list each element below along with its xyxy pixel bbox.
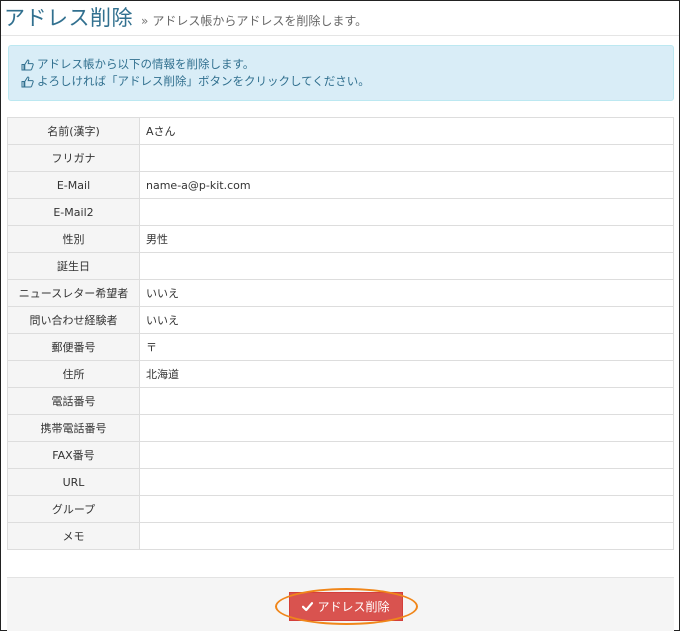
delete-button-label: アドレス削除: [317, 600, 390, 614]
field-label: 誕生日: [7, 252, 140, 280]
table-row: 住所 北海道: [7, 360, 674, 388]
field-value: いいえ: [139, 306, 674, 334]
alert-line: よろしければ「アドレス削除」ボタンをクリックしてください。: [21, 73, 661, 90]
table-row: 誕生日: [7, 252, 674, 280]
field-label: 電話番号: [7, 387, 140, 415]
table-row: 性別 男性: [7, 225, 674, 253]
field-value: Aさん: [139, 117, 674, 145]
field-value: [139, 144, 674, 172]
field-value: 北海道: [139, 360, 674, 388]
field-label: グループ: [7, 495, 140, 523]
subtitle-text: アドレス帳からアドレスを削除します。: [152, 14, 368, 28]
delete-address-button[interactable]: アドレス削除: [289, 592, 403, 621]
field-label: フリガナ: [7, 144, 140, 172]
field-value: [139, 387, 674, 415]
hand-pointing-icon: [21, 76, 34, 87]
info-alert: アドレス帳から以下の情報を削除します。 よろしければ「アドレス削除」ボタンをクリ…: [8, 45, 674, 101]
table-row: メモ: [7, 522, 674, 550]
field-label: E-Mail: [7, 171, 140, 199]
subtitle-separator: »: [141, 14, 149, 28]
field-value: name-a@p-kit.com: [139, 171, 674, 199]
table-row: 電話番号: [7, 387, 674, 415]
field-label: E-Mail2: [7, 198, 140, 226]
hand-pointing-icon: [21, 59, 34, 70]
page-title: アドレス削除: [4, 6, 133, 30]
field-value: いいえ: [139, 279, 674, 307]
table-row: E-Mail name-a@p-kit.com: [7, 171, 674, 199]
page-subtitle: » アドレス帳からアドレスを削除します。: [141, 12, 367, 29]
table-row: URL: [7, 468, 674, 496]
field-label: URL: [7, 468, 140, 496]
field-label: ニュースレター希望者: [7, 279, 140, 307]
field-label: 携帯電話番号: [7, 414, 140, 442]
table-row: 問い合わせ経験者 いいえ: [7, 306, 674, 334]
table-row: FAX番号: [7, 441, 674, 469]
field-value: [139, 522, 674, 550]
field-value: [139, 252, 674, 280]
form-actions-panel: アドレス削除: [7, 577, 674, 631]
field-value: [139, 414, 674, 442]
table-row: 名前(漢字) Aさん: [7, 117, 674, 145]
field-label: 性別: [7, 225, 140, 253]
header-divider: [1, 35, 679, 36]
address-detail-table: 名前(漢字) Aさん フリガナ E-Mail name-a@p-kit.com E-…: [7, 117, 674, 550]
field-label: メモ: [7, 522, 140, 550]
field-label: 名前(漢字): [7, 117, 140, 145]
table-row: フリガナ: [7, 144, 674, 172]
field-label: 住所: [7, 360, 140, 388]
check-icon: [302, 602, 314, 612]
table-row: E-Mail2: [7, 198, 674, 226]
field-value: [139, 468, 674, 496]
field-value: 〒: [139, 333, 674, 361]
table-row: 携帯電話番号: [7, 414, 674, 442]
page-header: アドレス削除 » アドレス帳からアドレスを削除します。: [4, 2, 367, 32]
field-label: 郵便番号: [7, 333, 140, 361]
field-value: [139, 198, 674, 226]
table-row: グループ: [7, 495, 674, 523]
field-value: 男性: [139, 225, 674, 253]
alert-text-2: よろしければ「アドレス削除」ボタンをクリックしてください。: [37, 74, 370, 88]
field-value: [139, 441, 674, 469]
field-value: [139, 495, 674, 523]
field-label: FAX番号: [7, 441, 140, 469]
field-label: 問い合わせ経験者: [7, 306, 140, 334]
table-row: 郵便番号〒: [7, 333, 674, 361]
alert-text-1: アドレス帳から以下の情報を削除します。: [37, 57, 255, 71]
alert-line: アドレス帳から以下の情報を削除します。: [21, 56, 661, 73]
table-row: ニュースレター希望者 いいえ: [7, 279, 674, 307]
